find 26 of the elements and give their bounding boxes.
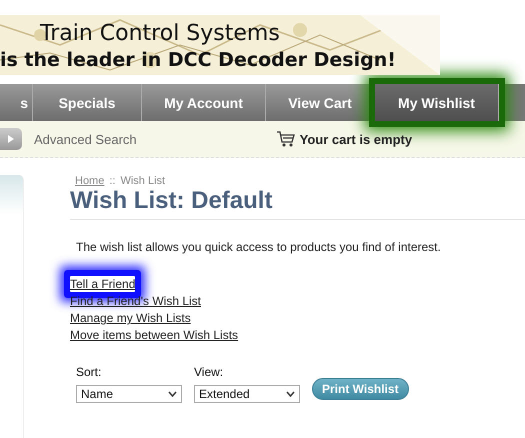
sort-label: Sort:: [76, 365, 102, 379]
breadcrumb-current: Wish List: [120, 175, 166, 187]
view-label: View:: [194, 365, 224, 379]
wishlist-link[interactable]: Manage my Wish Lists: [70, 310, 191, 326]
chevron-down-icon: [168, 391, 177, 397]
arrow-button[interactable]: [0, 128, 22, 150]
chevron-down-icon: [286, 391, 295, 397]
wishlist-link[interactable]: Find a Friend's Wish List: [70, 293, 201, 309]
page-heading: Wish List: Default: [70, 187, 525, 220]
breadcrumb-link[interactable]: Home: [75, 175, 104, 187]
cart-status: Your cart is empty: [300, 132, 412, 146]
wishlist-link[interactable]: Tell a Friend: [70, 276, 136, 292]
view-dropdown[interactable]: Extended: [194, 385, 300, 403]
nav-tab[interactable]: My Account: [142, 84, 266, 121]
wishlist-link[interactable]: Move items between Wish Lists: [70, 327, 238, 343]
cart-icon: [276, 131, 295, 147]
nav-tab[interactable]: s: [0, 84, 33, 121]
site-tagline: is the leader in DCC Decoder Design!: [0, 48, 397, 73]
triangle-icon: [8, 135, 14, 143]
breadcrumb-separator: ::: [109, 175, 116, 187]
site-title: Train Control Systems: [39, 21, 281, 47]
nav-tab[interactable]: Specials: [33, 84, 142, 121]
print-wishlist-button[interactable]: Print Wishlist: [312, 378, 409, 400]
intro-text: The wish list allows you quick access to products you find of interest.: [76, 240, 442, 254]
sort-dropdown[interactable]: Name: [76, 385, 182, 403]
advanced-search-link[interactable]: Advanced Search: [34, 132, 137, 146]
